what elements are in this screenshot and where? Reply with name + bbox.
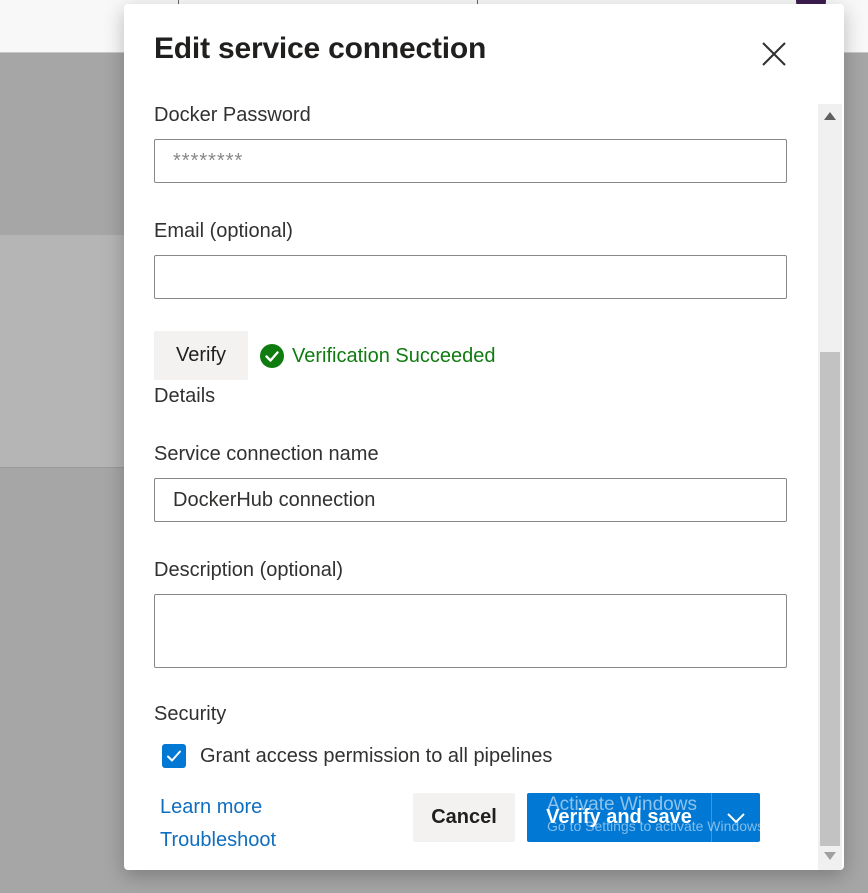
service-connection-name-input[interactable] [154,478,787,522]
scroll-down-icon[interactable] [824,852,836,860]
verify-button[interactable]: Verify [154,331,248,380]
docker-password-input[interactable] [154,139,787,183]
verify-and-save-dropdown-button[interactable] [711,793,760,842]
email-input[interactable] [154,255,787,299]
service-connection-name-label: Service connection name [154,443,379,465]
description-label: Description (optional) [154,559,343,581]
dialog-title: Edit service connection [154,32,487,65]
email-label: Email (optional) [154,220,293,242]
background-panel [0,235,140,468]
details-heading: Details [154,385,216,407]
verify-and-save-button[interactable]: Verify and save [527,793,711,842]
docker-password-label: Docker Password [154,104,311,126]
close-icon [762,42,786,66]
grant-access-checkbox[interactable] [162,744,186,768]
close-button[interactable] [760,40,788,68]
grant-access-label[interactable]: Grant access permission to all pipelines [200,745,552,768]
verification-status: Verification Succeeded [260,344,495,368]
verification-status-text: Verification Succeeded [292,344,496,367]
checkmark-icon [167,750,181,762]
dialog-content: Docker Password Email (optional) Verify … [124,104,818,870]
check-circle-icon [260,344,284,368]
description-textarea[interactable] [154,594,787,668]
learn-more-link[interactable]: Learn more [160,796,262,819]
troubleshoot-link[interactable]: Troubleshoot [160,829,276,852]
security-heading: Security [154,703,227,725]
chevron-down-icon [727,812,745,823]
scrollbar-thumb[interactable] [820,352,840,846]
scrollbar[interactable] [818,104,842,870]
cancel-button[interactable]: Cancel [413,793,515,842]
edit-service-connection-dialog: Edit service connection Docker Password … [124,4,844,870]
scroll-up-icon[interactable] [824,112,836,120]
